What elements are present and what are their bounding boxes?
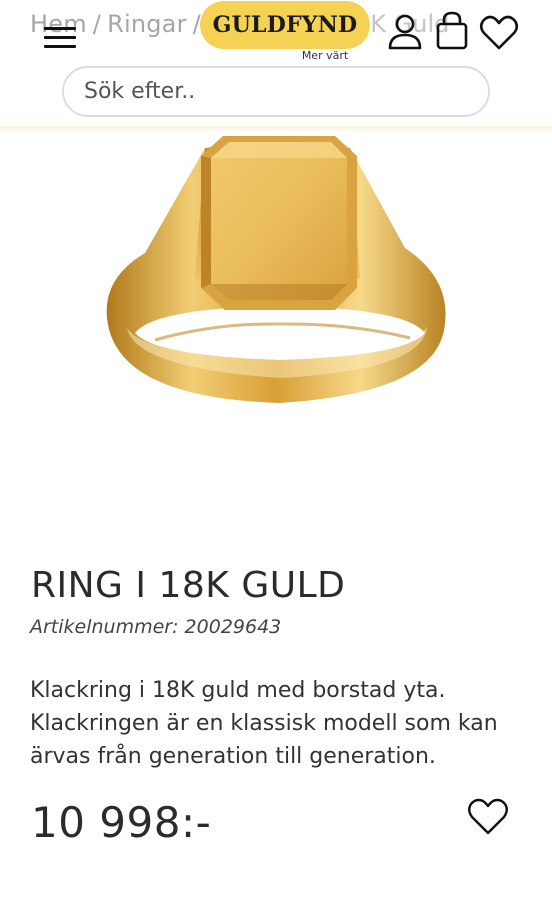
site-header: Hem / Ringar/ 8K Guld GULDFYND Mer värt bbox=[0, 0, 552, 130]
product-image[interactable] bbox=[95, 128, 465, 418]
favorite-heart-icon[interactable] bbox=[467, 797, 509, 837]
product-description: Klackring i 18K guld med borstad yta. Kl… bbox=[30, 678, 498, 769]
user-icon[interactable] bbox=[385, 10, 425, 52]
bag-icon[interactable] bbox=[432, 10, 472, 52]
logo[interactable]: GULDFYND bbox=[200, 1, 370, 49]
product-title: RING I 18K GULD bbox=[31, 565, 346, 606]
logo-tagline: Mer värt bbox=[301, 49, 349, 62]
menu-icon[interactable] bbox=[44, 27, 76, 49]
product-price: 10 998:- bbox=[31, 798, 212, 847]
search-field[interactable] bbox=[62, 66, 490, 117]
product-sku: Artikelnummer: 20029643 bbox=[30, 616, 282, 638]
breadcrumb-ringar[interactable]: Ringar bbox=[107, 10, 187, 38]
breadcrumb-separator: / bbox=[92, 10, 102, 38]
logo-text: GULDFYND bbox=[212, 12, 358, 38]
search-input[interactable] bbox=[82, 78, 470, 105]
heart-icon[interactable] bbox=[479, 14, 519, 56]
